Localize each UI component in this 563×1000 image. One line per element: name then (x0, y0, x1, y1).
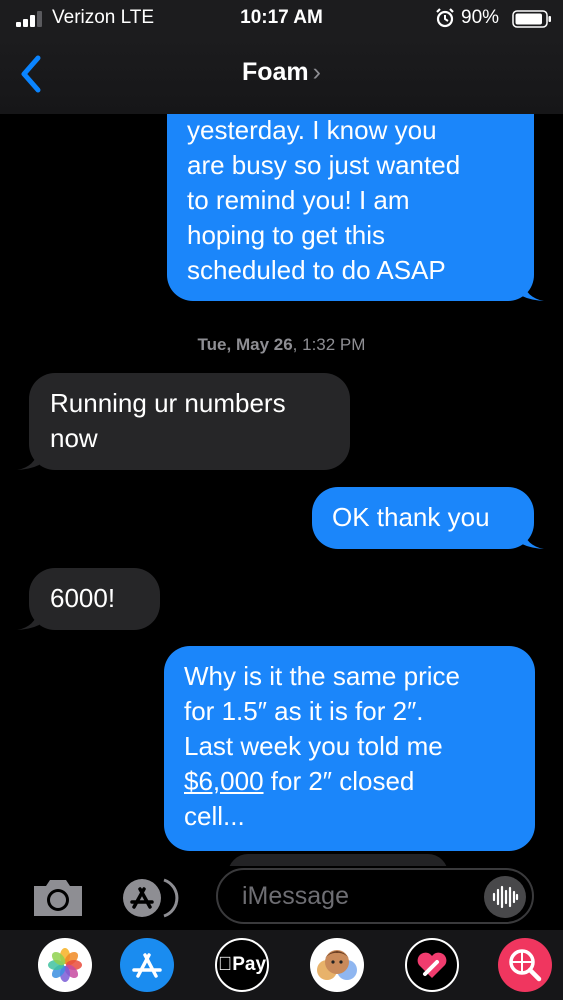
app-store-drawer-icon[interactable] (120, 876, 186, 920)
memoji-icon[interactable] (310, 938, 364, 992)
status-bar: Verizon LTE 10:17 AM 90% (0, 0, 563, 36)
timestamp-date: Tue, May 26 (197, 335, 293, 354)
message-input[interactable]: iMessage (216, 868, 534, 924)
message-text: 6000! (50, 583, 116, 613)
contact-name-button[interactable]: Foam › (0, 58, 563, 87)
contact-name: Foam (241, 58, 309, 86)
photos-icon[interactable] (38, 938, 92, 992)
message-text: yesterday. I know you are busy so just w… (187, 115, 461, 285)
apple-pay-icon[interactable]: Pay (215, 938, 269, 992)
bubble-tail (522, 528, 544, 549)
compose-bar: iMessage (0, 866, 563, 930)
app-store-icon[interactable] (120, 938, 174, 992)
imessage-app-drawer: Pay (0, 930, 563, 1000)
memoji-faces-icon (317, 950, 357, 980)
alarm-icon (436, 8, 454, 28)
bubble-tail (17, 609, 39, 630)
message-bubble-outgoing[interactable]: yesterday. I know you are busy so just w… (167, 114, 534, 301)
message-text: Running ur numbers now (50, 388, 286, 453)
message-bubble-outgoing[interactable]: Why is it the same price for 1.5″ as it … (164, 646, 535, 851)
search-images-icon[interactable] (498, 938, 552, 992)
message-text: Why is it the same price for 1.5″ as it … (184, 659, 515, 834)
battery-icon (512, 10, 551, 28)
message-bubble-outgoing[interactable]: OK thank you (312, 487, 534, 549)
message-bubble-incoming[interactable]: 6000! (29, 568, 160, 630)
bubble-tail (17, 449, 39, 470)
apple-logo-icon:  (218, 954, 232, 975)
digital-touch-icon[interactable] (405, 938, 459, 992)
message-timestamp: Tue, May 26, 1:32 PM (0, 335, 563, 355)
photos-flower-icon (48, 948, 82, 982)
app-store-glyph-icon (132, 953, 162, 978)
bubble-tail (522, 280, 544, 301)
conversation-header: Foam › (0, 36, 563, 114)
message-text: OK thank you (332, 502, 490, 532)
magnifier-globe-icon (509, 949, 542, 982)
message-text-part: Why is it the same price for 1.5″ as it … (184, 661, 460, 761)
price-link[interactable]: $6,000 (184, 766, 264, 796)
apple-pay-label: Pay (225, 954, 266, 975)
partially-hidden-bubble (228, 854, 448, 866)
chevron-right-icon: › (312, 58, 321, 86)
message-thread[interactable]: yesterday. I know you are busy so just w… (0, 114, 563, 866)
camera-icon[interactable] (30, 878, 86, 918)
message-input-placeholder: iMessage (242, 882, 349, 910)
timestamp-time: , 1:32 PM (292, 335, 366, 354)
battery-percentage: 90% (461, 7, 500, 28)
heart-touch-icon (417, 952, 447, 978)
audio-message-icon[interactable] (484, 876, 526, 918)
message-bubble-incoming[interactable]: Running ur numbers now (29, 373, 350, 470)
